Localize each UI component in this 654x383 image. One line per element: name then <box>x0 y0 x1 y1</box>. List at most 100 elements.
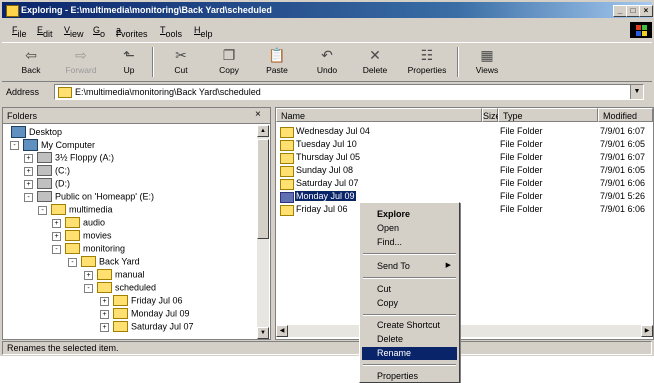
delete-button[interactable]: ✕ Delete <box>354 45 396 79</box>
back-button[interactable]: ⇦ Back <box>10 45 52 79</box>
expand-toggle[interactable]: + <box>100 310 109 319</box>
file-list-pane: Name Size Type Modified Wednesday Jul 04… <box>275 107 654 340</box>
file-row[interactable]: Sunday Jul 08 File Folder 7/9/01 6:05 <box>276 164 653 177</box>
collapse-toggle[interactable]: - <box>38 206 47 215</box>
folder-icon <box>58 87 72 98</box>
collapse-toggle[interactable]: - <box>10 141 19 150</box>
windows-logo-icon <box>630 22 652 38</box>
menu-item-cut[interactable]: Cut <box>362 283 457 296</box>
menu-item-copy[interactable]: Copy <box>362 297 457 310</box>
context-menu: Explore Open Find... Send To ▶ Cut Copy C… <box>359 202 460 383</box>
file-list-hscrollbar[interactable]: ◀ ▶ <box>276 325 653 337</box>
cut-button[interactable]: ✂ Cut <box>160 45 202 79</box>
tree-item-back-yard[interactable]: - Back Yard <box>68 256 140 269</box>
column-type[interactable]: Type <box>498 108 598 122</box>
title-bar[interactable]: Exploring - E:\multimedia\monitoring\Bac… <box>2 2 653 18</box>
collapse-toggle[interactable]: - <box>68 258 77 267</box>
tree-item-friday-jul-06[interactable]: + Friday Jul 06 <box>100 295 183 308</box>
expand-toggle[interactable]: + <box>100 323 109 332</box>
expand-toggle[interactable]: + <box>24 167 33 176</box>
collapse-toggle[interactable]: - <box>84 284 93 293</box>
explorer-window: Exploring - E:\multimedia\monitoring\Bac… <box>0 0 654 356</box>
file-row[interactable]: Thursday Jul 05 File Folder 7/9/01 6:07 <box>276 151 653 164</box>
maximize-button[interactable]: □ <box>626 5 640 17</box>
expand-toggle[interactable]: + <box>84 271 93 280</box>
tree-item-monitoring[interactable]: - monitoring <box>52 243 125 256</box>
tree-item-my-computer[interactable]: - My Computer <box>10 139 95 152</box>
file-row-selected[interactable]: Monday Jul 09 File Folder 7/9/01 5:26 <box>276 190 653 203</box>
tree-item-multimedia[interactable]: - multimedia <box>38 204 113 217</box>
folders-scrollbar[interactable]: ▲ ▼ <box>257 125 269 339</box>
scroll-up-button[interactable]: ▲ <box>257 125 269 137</box>
menu-help[interactable]: Help <box>194 25 213 39</box>
menu-edit[interactable]: Edit <box>37 25 53 39</box>
file-row[interactable]: Wednesday Jul 04 File Folder 7/9/01 6:07 <box>276 125 653 138</box>
menu-item-find[interactable]: Find... <box>362 236 457 249</box>
scroll-left-button[interactable]: ◀ <box>276 325 288 337</box>
expand-toggle[interactable]: + <box>52 232 61 241</box>
expand-toggle[interactable]: + <box>52 219 61 228</box>
folder-icon <box>280 205 294 216</box>
folder-icon <box>113 308 128 320</box>
menu-favorites[interactable]: Fa vorites <box>116 25 148 39</box>
tree-item-drive-c[interactable]: + (C:) <box>24 165 70 178</box>
tree-item-desktop[interactable]: Desktop <box>11 126 62 139</box>
menu-separator <box>363 314 456 316</box>
menu-file[interactable]: File <box>12 25 27 39</box>
forward-button[interactable]: ⇨ Forward <box>60 45 102 79</box>
collapse-toggle[interactable]: - <box>52 245 61 254</box>
folder-icon <box>280 127 294 138</box>
menu-item-open[interactable]: Open <box>362 222 457 235</box>
expand-toggle[interactable]: + <box>24 154 33 163</box>
scroll-thumb[interactable] <box>257 139 269 239</box>
scroll-down-button[interactable]: ▼ <box>257 327 269 339</box>
menu-item-rename[interactable]: Rename <box>362 347 457 360</box>
expand-toggle[interactable]: + <box>100 297 109 306</box>
folders-pane: Folders × Desktop - My Computer +3½ Flopp… <box>2 107 271 340</box>
menu-view[interactable]: View <box>64 25 84 39</box>
back-arrow-icon: ⇦ <box>25 47 37 63</box>
folder-icon <box>280 179 294 190</box>
tree-item-monday-jul-09[interactable]: + Monday Jul 09 <box>100 308 190 321</box>
folder-icon <box>280 166 294 177</box>
menu-item-explore[interactable]: Explore <box>362 208 457 221</box>
menu-separator <box>363 277 456 279</box>
file-row[interactable]: Saturday Jul 07 File Folder 7/9/01 6:06 <box>276 177 653 190</box>
menu-item-send-to[interactable]: Send To ▶ <box>362 260 457 273</box>
tree-item-movies[interactable]: + movies <box>52 230 112 243</box>
close-pane-icon[interactable]: × <box>255 109 261 120</box>
collapse-toggle[interactable]: - <box>24 193 33 202</box>
tree-item-drive-d[interactable]: + (D:) <box>24 178 70 191</box>
file-row[interactable]: Friday Jul 06 File Folder 7/9/01 6:06 <box>276 203 653 216</box>
properties-button[interactable]: ☷ Properties <box>402 45 452 79</box>
menu-item-create-shortcut[interactable]: Create Shortcut <box>362 319 457 332</box>
column-name[interactable]: Name <box>276 108 482 122</box>
address-input[interactable]: E:\multimedia\monitoring\Back Yard\sched… <box>54 84 644 100</box>
column-modified[interactable]: Modified <box>598 108 653 122</box>
menu-go[interactable]: Go <box>93 25 105 39</box>
tree-item-audio[interactable]: + audio <box>52 217 105 230</box>
paste-button[interactable]: 📋 Paste <box>256 45 298 79</box>
close-button[interactable]: × <box>639 5 653 17</box>
tree-item-saturday-jul-07[interactable]: + Saturday Jul 07 <box>100 321 194 334</box>
copy-button[interactable]: ❐ Copy <box>208 45 250 79</box>
tree-item-scheduled[interactable]: - scheduled <box>84 282 156 295</box>
tree-item-drive-e[interactable]: - Public on 'Homeapp' (E:) <box>24 191 154 204</box>
column-size[interactable]: Size <box>482 108 501 122</box>
folders-pane-header: Folders × <box>3 108 270 124</box>
address-dropdown-button[interactable]: ▼ <box>630 85 643 99</box>
views-button[interactable]: ▦ Views <box>466 45 508 79</box>
menu-tools[interactable]: Tools <box>160 25 182 39</box>
folder-open-icon <box>97 282 112 294</box>
file-row[interactable]: Tuesday Jul 10 File Folder 7/9/01 6:05 <box>276 138 653 151</box>
standard-toolbar: ⇦ Back ⇨ Forward ⬑ Up ✂ Cut ❐ Copy 📋 Paste ↶ Un… <box>2 42 652 82</box>
up-button[interactable]: ⬑ Up <box>108 45 150 79</box>
menu-item-delete[interactable]: Delete <box>362 333 457 346</box>
scroll-right-button[interactable]: ▶ <box>641 325 653 337</box>
tree-item-manual[interactable]: + manual <box>84 269 145 282</box>
tree-item-floppy[interactable]: +3½ Floppy (A:) <box>24 152 114 165</box>
expand-toggle[interactable]: + <box>24 180 33 189</box>
minimize-button[interactable]: _ <box>613 5 627 17</box>
menu-item-properties[interactable]: Properties <box>362 370 457 383</box>
undo-button[interactable]: ↶ Undo <box>306 45 348 79</box>
